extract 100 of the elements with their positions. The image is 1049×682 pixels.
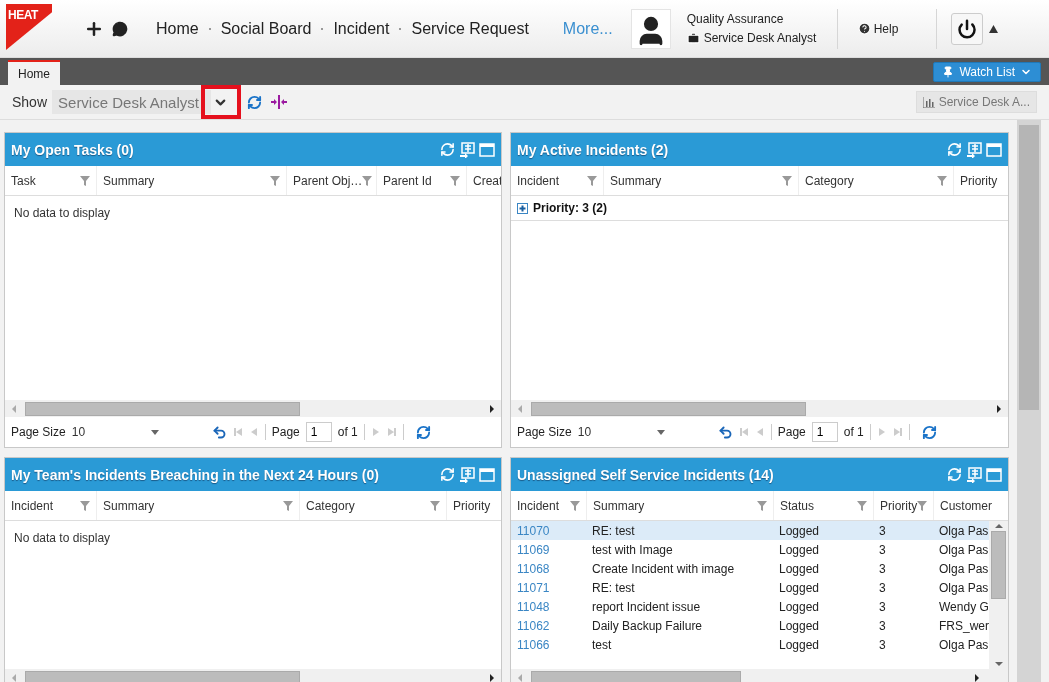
watch-list-button[interactable]: Watch List <box>933 61 1041 82</box>
user-role[interactable]: Service Desk Analyst <box>686 31 837 45</box>
filter-icon[interactable] <box>450 175 460 186</box>
next-page-icon[interactable] <box>370 427 381 437</box>
maximize-icon[interactable] <box>479 466 495 483</box>
filter-icon[interactable] <box>782 175 792 186</box>
column-header[interactable]: Summary <box>586 491 773 520</box>
filter-icon[interactable] <box>570 500 580 511</box>
maximize-icon[interactable] <box>986 141 1002 158</box>
filter-icon[interactable] <box>283 500 293 511</box>
table-row[interactable]: 11062 Daily Backup Failure Logged 3 FRS_wer <box>511 616 989 635</box>
column-header[interactable]: Task <box>5 166 96 195</box>
filter-icon[interactable] <box>917 500 928 511</box>
scroll-right-icon[interactable] <box>487 672 497 682</box>
help-link[interactable]: Help <box>837 21 937 36</box>
export-icon[interactable] <box>459 141 475 158</box>
nav-link[interactable]: Incident <box>325 19 398 38</box>
column-header[interactable]: Category <box>798 166 953 195</box>
incident-link[interactable]: 11062 <box>511 616 586 635</box>
horizontal-scrollbar[interactable] <box>5 669 501 682</box>
expand-icon[interactable] <box>517 202 528 214</box>
column-header[interactable]: Customer <box>933 491 1008 520</box>
table-row[interactable]: 11069 test with Image Logged 3 Olga Pas <box>511 540 989 559</box>
incident-link[interactable]: 11068 <box>511 559 586 578</box>
layout-button[interactable]: Service Desk A... <box>915 91 1037 113</box>
column-header[interactable]: Incident <box>5 491 96 520</box>
refresh-icon[interactable] <box>921 424 937 440</box>
tab[interactable]: Home <box>8 60 60 85</box>
horizontal-scrollbar[interactable] <box>5 400 501 417</box>
page-number-field[interactable]: 1 <box>305 422 332 442</box>
export-icon[interactable] <box>966 466 982 483</box>
last-page-icon[interactable] <box>386 427 397 437</box>
dropdown-button[interactable] <box>200 85 241 119</box>
column-header[interactable]: Parent Id <box>376 166 466 195</box>
column-header[interactable]: Incident <box>511 166 603 195</box>
caret-icon[interactable] <box>149 427 160 437</box>
column-header[interactable]: Summary <box>96 166 286 195</box>
first-page-icon[interactable] <box>232 427 243 437</box>
next-page-icon[interactable] <box>876 427 887 437</box>
table-row[interactable]: 11070 RE: test Logged 3 Olga Pas <box>511 521 989 540</box>
undo-icon[interactable] <box>717 424 733 440</box>
filter-icon[interactable] <box>857 500 867 511</box>
filter-icon[interactable] <box>587 175 597 186</box>
filter-icon[interactable] <box>362 175 373 186</box>
refresh-icon[interactable] <box>947 467 962 482</box>
table-row[interactable]: 11066 test Logged 3 Olga Pas <box>511 635 989 654</box>
page-size-select[interactable]: 10 <box>71 425 160 439</box>
maximize-icon[interactable] <box>986 466 1002 483</box>
logo[interactable]: HEAT <box>6 4 52 50</box>
dashboard-select[interactable]: Service Desk Analyst <box>52 90 211 114</box>
refresh-icon[interactable] <box>440 142 455 157</box>
nav-link[interactable]: Social Board <box>212 19 320 38</box>
filter-icon[interactable] <box>270 175 280 186</box>
filter-icon[interactable] <box>80 175 90 186</box>
horizontal-scrollbar[interactable] <box>511 669 1008 682</box>
vertical-scrollbar[interactable] <box>989 521 1008 669</box>
incident-link[interactable]: 11048 <box>511 597 586 616</box>
filter-icon[interactable] <box>80 500 90 511</box>
column-header[interactable]: Incident <box>511 491 586 520</box>
column-header[interactable]: Category <box>299 491 446 520</box>
filter-icon[interactable] <box>937 175 947 186</box>
filter-icon[interactable] <box>757 500 767 511</box>
column-header[interactable]: Summary <box>96 491 299 520</box>
column-header[interactable]: Summary <box>603 166 798 195</box>
refresh-icon[interactable] <box>947 142 962 157</box>
nav-link[interactable]: Service Request <box>403 19 537 38</box>
table-row[interactable]: 11068 Create Incident with image Logged 3 Olga Pas <box>511 559 989 578</box>
table-row[interactable]: 11071 RE: test Logged 3 Olga Pas <box>511 578 989 597</box>
scroll-right-icon[interactable] <box>994 403 1004 414</box>
export-icon[interactable] <box>459 466 475 483</box>
chat-icon[interactable] <box>112 20 128 37</box>
scroll-right-icon[interactable] <box>487 403 497 414</box>
caret-icon[interactable] <box>655 427 666 437</box>
horizontal-scrollbar[interactable] <box>511 400 1008 417</box>
refresh-icon[interactable] <box>415 424 431 440</box>
page-scrollbar[interactable] <box>1017 120 1041 682</box>
column-header[interactable]: Parent Obj… <box>286 166 376 195</box>
column-header[interactable]: Priority <box>873 491 933 520</box>
first-page-icon[interactable] <box>738 427 749 437</box>
column-header[interactable]: Status <box>773 491 873 520</box>
avatar[interactable] <box>630 8 671 49</box>
scroll-up-icon[interactable] <box>989 24 999 33</box>
logout-button[interactable] <box>951 12 984 45</box>
page-number-field[interactable]: 1 <box>811 422 838 442</box>
last-page-icon[interactable] <box>892 427 903 437</box>
filter-icon[interactable] <box>430 500 440 511</box>
nav-link[interactable]: Home <box>148 19 207 38</box>
refresh-icon[interactable] <box>440 467 455 482</box>
incident-link[interactable]: 11071 <box>511 578 586 597</box>
table-row[interactable]: 11048 report Incident issue Logged 3 Wendy G <box>511 597 989 616</box>
table-cell-text: test <box>591 636 613 654</box>
export-icon[interactable] <box>966 141 982 158</box>
column-header[interactable]: Priority <box>446 491 501 520</box>
maximize-icon[interactable] <box>479 141 495 158</box>
page-size-select[interactable]: 10 <box>577 425 666 439</box>
incident-link[interactable]: 11069 <box>511 540 586 559</box>
column-header[interactable]: Priority <box>953 166 1008 195</box>
scroll-right-icon[interactable] <box>972 672 982 682</box>
incident-link[interactable]: 11066 <box>511 635 586 654</box>
undo-icon[interactable] <box>211 424 227 440</box>
